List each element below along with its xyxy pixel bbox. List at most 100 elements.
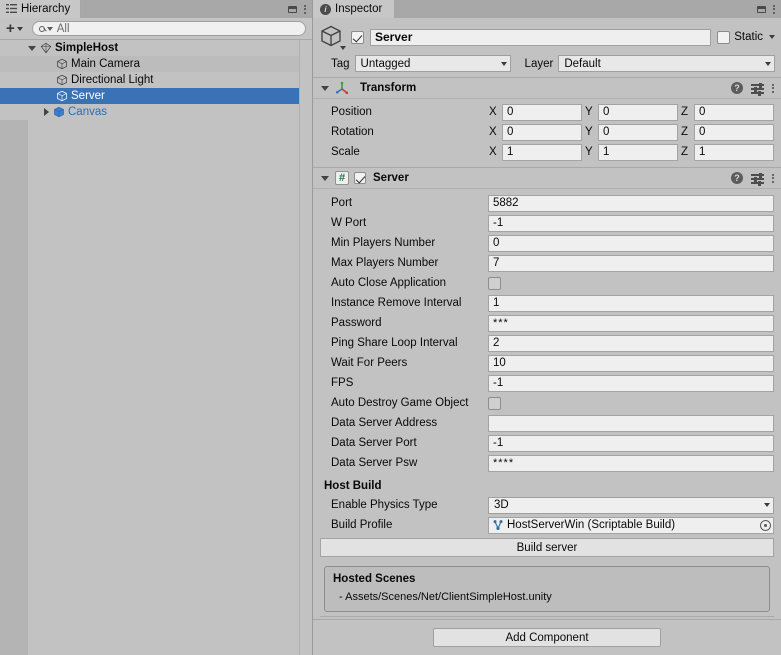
hierarchy-tabbar: Hierarchy [0, 0, 312, 18]
maximize-icon[interactable] [757, 5, 766, 13]
rotation-x-input[interactable]: 0 [502, 123, 582, 141]
object-picker-icon[interactable] [760, 519, 771, 531]
tab-inspector-label: Inspector [335, 3, 383, 15]
value: -1 [493, 377, 504, 389]
instance-remove-interval-input[interactable]: 1 [488, 294, 774, 312]
maximize-icon[interactable] [288, 5, 297, 13]
help-icon[interactable]: ? [731, 172, 743, 184]
preset-icon[interactable] [751, 82, 764, 96]
inspector-menu-kebab-icon[interactable] [773, 4, 775, 14]
position-x-input[interactable]: 0 [502, 103, 582, 121]
auto-close-application-checkbox[interactable] [488, 276, 501, 290]
gameobject-icon-chevron-icon[interactable] [340, 46, 346, 50]
host-build-section-title: Host Build [324, 480, 382, 492]
property-label: Password [331, 317, 382, 329]
gameobject-name-input[interactable]: Server [370, 28, 712, 46]
auto-destroy-game-object-checkbox[interactable] [488, 396, 501, 410]
gameobject-icon[interactable] [319, 24, 346, 50]
preset-icon[interactable] [751, 172, 764, 186]
build-profile-object-field[interactable]: HostServerWin (Scriptable Build) [488, 516, 774, 534]
ping-share-loop-interval-input[interactable]: 2 [488, 334, 774, 352]
component-menu-kebab-icon[interactable] [772, 83, 774, 93]
enable-physics-type-dropdown[interactable]: 3D [488, 496, 774, 514]
password-input[interactable]: *** [488, 314, 774, 332]
static-checkbox[interactable] [717, 30, 731, 44]
hierarchy-gutter [0, 40, 28, 655]
hierarchy-panel: Hierarchy + All SimpleHost Main Camera Dir… [0, 0, 313, 655]
chevron-down-icon [16, 26, 23, 31]
hierarchy-search-input[interactable]: All [31, 21, 306, 36]
component-menu-kebab-icon[interactable] [772, 173, 774, 183]
value: 7 [493, 257, 500, 269]
cube-icon [57, 90, 67, 102]
scale-y-input[interactable]: 1 [598, 143, 678, 161]
scale-z-input[interactable]: 1 [694, 143, 774, 161]
component-header-server[interactable]: # Server ? [313, 167, 781, 189]
property-label: Data Server Address [331, 417, 438, 429]
chevron-down-icon [765, 61, 771, 66]
gameobject-name-value: Server [375, 30, 413, 44]
layer-label: Layer [524, 57, 554, 70]
property-label: Auto Destroy Game Object [331, 397, 469, 409]
property-label: Rotation [331, 126, 374, 138]
position-z-input[interactable]: 0 [694, 103, 774, 121]
property-row-wait-for-peers: Wait For Peers 10 [320, 353, 774, 373]
collapse-twisty-icon[interactable] [321, 85, 329, 91]
data-server-psw-input[interactable]: **** [488, 454, 774, 472]
build-server-button[interactable]: Build server [320, 538, 774, 557]
property-row-w-port: W Port -1 [320, 213, 774, 233]
property-label: Ping Share Loop Interval [331, 337, 458, 349]
property-label: Auto Close Application [331, 277, 447, 289]
rotation-y-input[interactable]: 0 [598, 123, 678, 141]
tag-dropdown[interactable]: Untagged [354, 55, 511, 72]
static-dropdown-chevron-icon[interactable] [769, 35, 775, 39]
component-enabled-checkbox[interactable] [354, 172, 366, 184]
hierarchy-scrollbar[interactable] [299, 40, 312, 655]
value: 0 [493, 237, 500, 249]
position-y-input[interactable]: 0 [598, 103, 678, 121]
data-server-address-input[interactable] [488, 414, 774, 432]
property-row-min-players-number: Min Players Number 0 [320, 233, 774, 253]
layer-value: Default [564, 57, 601, 70]
property-label: Position [331, 106, 372, 118]
add-component-button[interactable]: Add Component [433, 628, 661, 647]
help-icon[interactable]: ? [731, 82, 743, 94]
axis-label-y: Y [585, 146, 593, 158]
hierarchy-item-server[interactable]: Server [0, 88, 312, 104]
add-component-label: Add Component [505, 631, 589, 644]
wait-for-peers-input[interactable]: 10 [488, 354, 774, 372]
scriptable-object-icon [493, 520, 503, 530]
scale-x-input[interactable]: 1 [502, 143, 582, 161]
axis-label-z: Z [681, 146, 689, 158]
hierarchy-menu-kebab-icon[interactable] [304, 4, 306, 14]
value: *** [493, 317, 509, 329]
property-row-password: Password *** [320, 313, 774, 333]
expand-twisty-icon[interactable] [44, 108, 49, 116]
rotation-z-input[interactable]: 0 [694, 123, 774, 141]
tab-hierarchy[interactable]: Hierarchy [0, 0, 82, 18]
value: 1 [493, 297, 500, 309]
hierarchy-item-simplehost[interactable]: SimpleHost [0, 40, 312, 56]
property-row-port: Port 5882 [320, 193, 774, 213]
max-players-number-input[interactable]: 7 [488, 254, 774, 272]
property-label: Instance Remove Interval [331, 297, 462, 309]
collapse-twisty-icon[interactable] [321, 175, 329, 181]
fps-input[interactable]: -1 [488, 374, 774, 392]
w-port-input[interactable]: -1 [488, 214, 774, 232]
tab-inspector[interactable]: i Inspector [313, 0, 396, 18]
expand-twisty-icon[interactable] [28, 45, 36, 51]
property-row-max-players-number: Max Players Number 7 [320, 253, 774, 273]
port-input[interactable]: 5882 [488, 194, 774, 212]
component-header-transform[interactable]: Transform ? [313, 77, 781, 99]
add-gameobject-button[interactable]: + [3, 20, 26, 37]
data-server-port-input[interactable]: -1 [488, 434, 774, 452]
hierarchy-item-canvas[interactable]: Canvas› [0, 104, 312, 120]
gameobject-enabled-checkbox[interactable] [351, 30, 364, 44]
min-players-number-input[interactable]: 0 [488, 234, 774, 252]
hierarchy-item-main-camera[interactable]: Main Camera [0, 56, 312, 72]
inspector-window-controls [757, 0, 779, 18]
layer-dropdown[interactable]: Default [558, 55, 775, 72]
property-row-enable-physics-type: Enable Physics Type 3D [320, 495, 774, 515]
property-label: Port [331, 197, 353, 209]
hierarchy-item-directional-light[interactable]: Directional Light [0, 72, 312, 88]
